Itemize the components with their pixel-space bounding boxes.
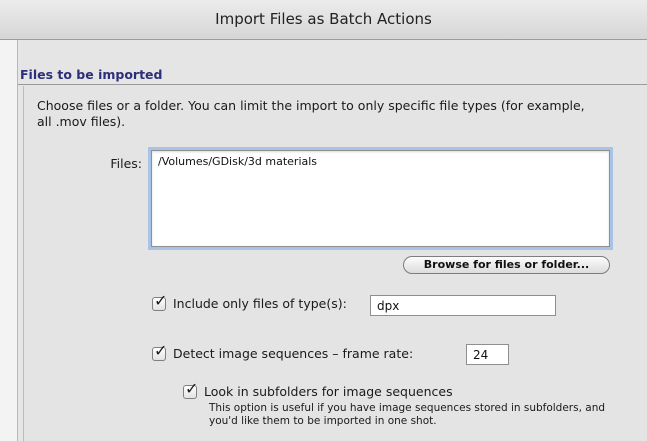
- include-types-label: Include only files of type(s):: [173, 296, 347, 311]
- subfolders-help-text: This option is useful if you have image …: [209, 402, 606, 427]
- include-types-row: ✓ Include only files of type(s):: [152, 291, 347, 311]
- subfolders-label: Look in subfolders for image sequences: [204, 384, 453, 399]
- checkmark-icon: ✓: [185, 378, 199, 398]
- checkmark-icon: ✓: [154, 340, 168, 360]
- files-label: Files:: [110, 156, 142, 171]
- include-types-checkbox[interactable]: ✓: [152, 291, 167, 311]
- section-title: Files to be imported: [20, 67, 163, 82]
- section-divider: [18, 84, 647, 85]
- detect-sequences-checkbox[interactable]: ✓: [152, 341, 167, 361]
- subfolders-row: ✓ Look in subfolders for image sequences: [183, 379, 453, 399]
- files-textarea[interactable]: /Volumes/GDisk/3d materials: [151, 150, 610, 247]
- checkmark-icon: ✓: [154, 290, 168, 310]
- subfolders-checkbox[interactable]: ✓: [183, 379, 198, 399]
- detect-sequences-row: ✓ Detect image sequences – frame rate:: [152, 341, 414, 361]
- window-titlebar: Import Files as Batch Actions: [0, 0, 647, 40]
- browse-button[interactable]: Browse for files or folder...: [403, 256, 610, 274]
- window-title: Import Files as Batch Actions: [215, 10, 432, 28]
- file-types-input[interactable]: [370, 295, 556, 316]
- section-description: Choose files or a folder. You can limit …: [37, 98, 585, 129]
- detect-sequences-label: Detect image sequences – frame rate:: [173, 346, 414, 361]
- frame-rate-input[interactable]: [466, 344, 509, 365]
